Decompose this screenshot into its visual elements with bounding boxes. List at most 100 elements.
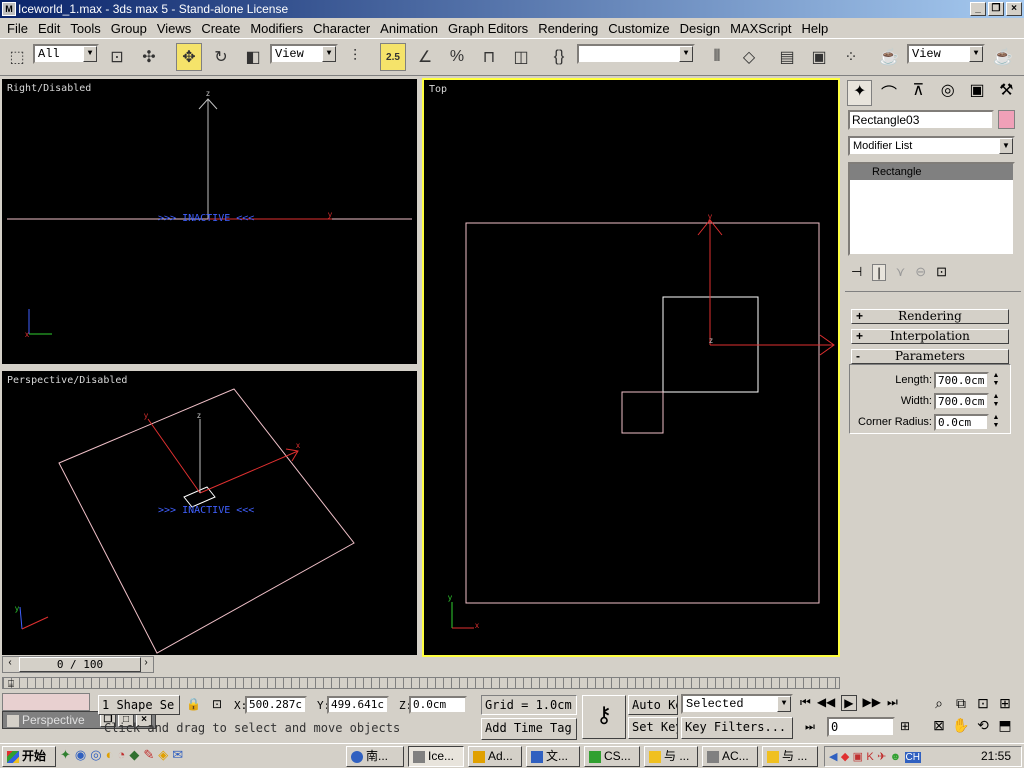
select-rotate-icon[interactable]: ↻: [208, 43, 234, 71]
remove-modifier-icon[interactable]: ⊖: [915, 264, 926, 280]
task-item-active[interactable]: Ice...: [408, 746, 464, 767]
select-move-icon[interactable]: ✥: [176, 43, 202, 71]
length-field[interactable]: 700.0cm: [934, 372, 989, 389]
object-name-field[interactable]: Rectangle03: [848, 110, 994, 130]
quick-launch-icon[interactable]: ◉: [75, 747, 86, 763]
start-button[interactable]: 开始: [2, 746, 56, 767]
minimize-button[interactable]: _: [970, 2, 986, 16]
select-scale-icon[interactable]: ◧: [240, 43, 266, 71]
display-tab-icon[interactable]: ▣: [964, 80, 989, 106]
task-item[interactable]: CS...: [584, 746, 640, 767]
rollout-parameters[interactable]: - Parameters: [851, 349, 1009, 364]
viewport-top[interactable]: Top y z y x: [422, 78, 840, 657]
menu-file[interactable]: File: [2, 21, 33, 36]
close-button[interactable]: ×: [1006, 2, 1022, 16]
quick-launch-icon[interactable]: ✦: [60, 747, 71, 763]
task-item[interactable]: 南...: [346, 746, 404, 767]
render-scene-icon[interactable]: ☕: [876, 43, 902, 71]
quick-launch-icon[interactable]: ◐: [106, 747, 114, 763]
named-selection-dropdown[interactable]: ▼: [577, 44, 695, 64]
menu-views[interactable]: Views: [152, 21, 196, 36]
tray-icon[interactable]: K: [866, 751, 873, 763]
tray-icon[interactable]: ▣: [853, 751, 863, 763]
snap-toggle-icon[interactable]: 2.5: [380, 43, 406, 71]
menu-modifiers[interactable]: Modifiers: [245, 21, 308, 36]
x-coord-field[interactable]: 500.287c: [245, 696, 307, 714]
task-item[interactable]: 与 ...: [762, 746, 818, 767]
rollout-interpolation[interactable]: + Interpolation: [851, 329, 1009, 344]
named-selection-icon[interactable]: {}: [546, 43, 572, 71]
viewport-perspective[interactable]: Perspective/Disabled y x z y >>> INACTIV…: [2, 371, 417, 655]
quick-launch-icon[interactable]: ◎: [90, 747, 101, 763]
corner-radius-spinner[interactable]: ▲ ▼: [991, 414, 1001, 430]
menu-graph-editors[interactable]: Graph Editors: [443, 21, 533, 36]
time-slider[interactable]: ‹ 0 / 100 ›: [2, 656, 154, 673]
previous-frame-icon[interactable]: ◀◀: [817, 695, 835, 711]
menu-animation[interactable]: Animation: [375, 21, 443, 36]
goto-start-icon[interactable]: ⏮: [800, 695, 811, 711]
chevron-right-icon[interactable]: ›: [139, 657, 153, 672]
task-item[interactable]: 文...: [526, 746, 580, 767]
configure-sets-icon[interactable]: ⊡: [936, 264, 947, 280]
zoom-extents-icon[interactable]: ⊡: [972, 695, 994, 717]
menu-group[interactable]: Group: [106, 21, 152, 36]
frame-display[interactable]: 0 / 100: [19, 657, 141, 672]
menu-maxscript[interactable]: MAXScript: [725, 21, 796, 36]
tray-icon[interactable]: ◀: [829, 751, 837, 763]
quick-launch-icon[interactable]: ✎: [143, 747, 154, 763]
spinner-snap-icon[interactable]: ⊓: [476, 43, 502, 71]
z-coord-field[interactable]: 0.0cm: [409, 696, 467, 714]
region-zoom-icon[interactable]: ⊠: [928, 717, 950, 739]
select-by-name-icon[interactable]: ✣: [136, 43, 162, 71]
create-tab-icon[interactable]: ✦: [847, 80, 873, 106]
layer-manager-icon[interactable]: ▤: [774, 43, 800, 71]
play-icon[interactable]: ▶: [841, 695, 857, 711]
quick-launch-icon[interactable]: ✉: [172, 747, 183, 763]
track-bar[interactable]: [2, 677, 840, 689]
curve-editor-icon[interactable]: ▣: [806, 43, 832, 71]
mirror-icon[interactable]: ⫴: [704, 43, 730, 71]
menu-rendering[interactable]: Rendering: [533, 21, 603, 36]
menu-edit[interactable]: Edit: [33, 21, 65, 36]
y-coord-field[interactable]: 499.641c: [327, 696, 389, 714]
chevron-left-icon[interactable]: ‹: [3, 657, 17, 672]
object-color-swatch[interactable]: [998, 110, 1015, 129]
maxscript-mini-listener[interactable]: [2, 693, 90, 711]
motion-tab-icon[interactable]: ◎: [935, 80, 960, 106]
pivot-center-icon[interactable]: ⫶: [342, 43, 368, 71]
percent-snap-icon[interactable]: %: [444, 43, 470, 71]
angle-snap-icon[interactable]: ∠: [412, 43, 438, 71]
quick-launch-icon[interactable]: ◔: [117, 747, 125, 763]
length-spinner[interactable]: ▲ ▼: [991, 372, 1001, 388]
tray-icon[interactable]: ☻: [890, 751, 902, 763]
next-frame-icon[interactable]: ▶▶: [863, 695, 881, 711]
align-icon[interactable]: ◇: [736, 43, 762, 71]
task-item[interactable]: Ad...: [468, 746, 522, 767]
stack-item-rectangle[interactable]: Rectangle: [850, 164, 1013, 180]
select-object-icon[interactable]: ⊡: [104, 43, 130, 71]
tray-icon[interactable]: ◆: [841, 751, 849, 763]
maximize-viewport-icon[interactable]: ⬒: [994, 717, 1016, 739]
edit-named-selections-icon[interactable]: ◫: [508, 43, 534, 71]
time-configuration-icon[interactable]: ⊞: [900, 719, 910, 733]
viewport-right[interactable]: Right/Disabled z y x >>> INACTIVE <<<: [2, 79, 417, 364]
modify-tab-icon[interactable]: ⌒: [876, 80, 901, 106]
input-method-icon[interactable]: CH: [904, 752, 921, 763]
select-region-icon[interactable]: ⬚: [4, 43, 30, 71]
width-field[interactable]: 700.0cm: [934, 393, 989, 410]
quick-launch-icon[interactable]: ◆: [129, 747, 139, 763]
add-time-tag-button[interactable]: Add Time Tag: [481, 718, 577, 740]
modifier-list-dropdown[interactable]: Modifier List ▼: [848, 136, 1015, 156]
set-key-button[interactable]: Set Key: [628, 717, 678, 739]
menu-customize[interactable]: Customize: [603, 21, 674, 36]
hierarchy-tab-icon[interactable]: ⊼: [906, 80, 931, 106]
key-mode-dropdown[interactable]: Selected ▼: [681, 694, 793, 714]
tray-icon[interactable]: ✈: [877, 751, 886, 763]
current-frame-field[interactable]: 0: [827, 717, 895, 737]
show-end-result-icon[interactable]: |: [872, 263, 886, 281]
pan-icon[interactable]: ✋: [950, 717, 972, 739]
clock[interactable]: 21:55: [981, 747, 1011, 766]
zoom-all-icon[interactable]: ⧉: [950, 695, 972, 717]
goto-end-icon[interactable]: ⏭: [887, 695, 898, 711]
restore-button[interactable]: ❐: [988, 2, 1004, 16]
